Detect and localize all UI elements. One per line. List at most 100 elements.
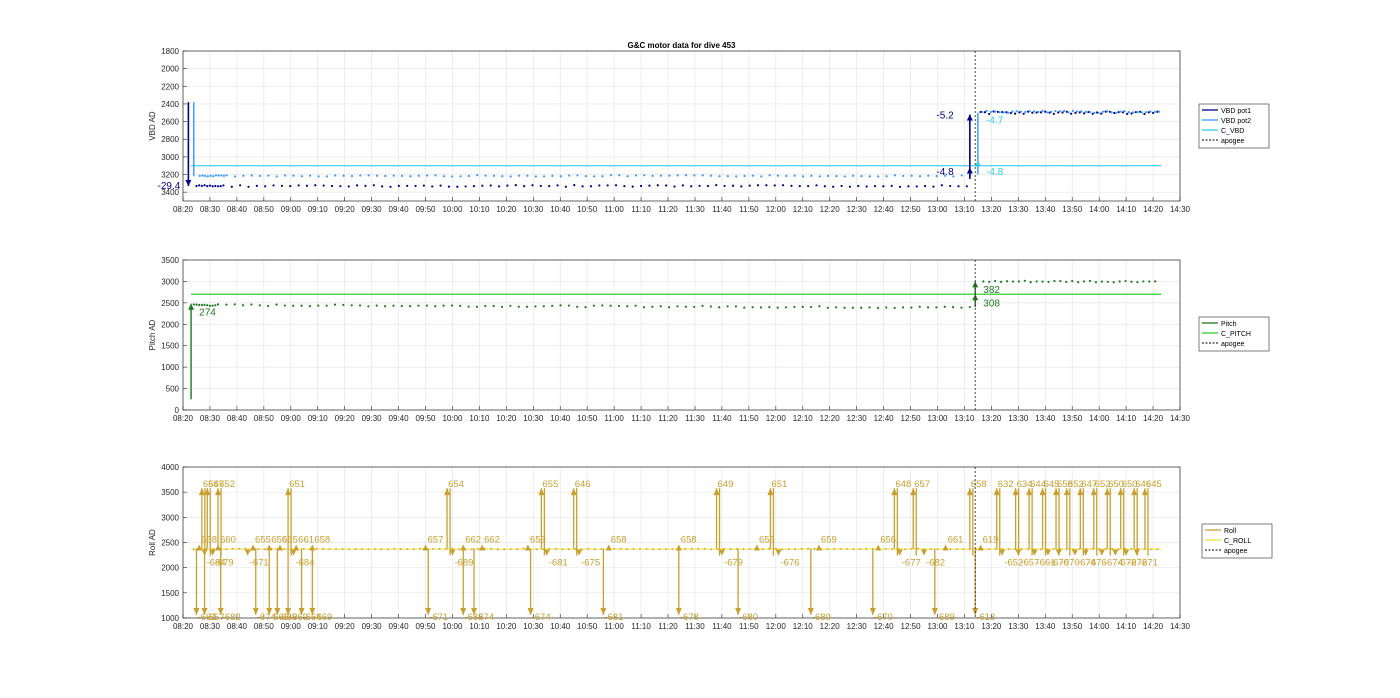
x-tick-label: 09:30 — [362, 205, 383, 214]
x-tick-label: 10:00 — [442, 414, 463, 423]
x-tick-label: 11:40 — [712, 622, 732, 631]
pot2-point — [509, 175, 512, 178]
pot2-point — [852, 174, 855, 177]
roll-point — [658, 548, 661, 551]
roll-point — [800, 547, 803, 550]
roll-point — [231, 547, 234, 550]
y-tick-label: 1800 — [161, 47, 179, 56]
roll-label-down: -682 — [222, 612, 241, 623]
chart-canvas: 08:20 08:30 08:40 08:50 09:00 09:10 09:20 09:30… — [148, 41, 1273, 631]
pitch-point — [1118, 280, 1121, 283]
roll-point — [470, 548, 473, 551]
x-tick-label: 12:50 — [901, 622, 922, 631]
roll-point — [1156, 548, 1159, 551]
x-tick-label: 12:40 — [874, 205, 895, 214]
pitch-point — [784, 306, 788, 309]
x-tick-label: 13:50 — [1062, 205, 1083, 214]
pot2-point — [701, 174, 704, 177]
pot2-point — [267, 174, 270, 177]
x-tick-label: 10:00 — [442, 205, 463, 214]
pot2-point — [843, 175, 846, 178]
pitch-point — [626, 305, 629, 308]
x-tick-label: 13:40 — [1035, 205, 1056, 214]
x-tick-label: 13:00 — [927, 414, 948, 423]
pot1-point — [289, 184, 292, 188]
pot2-point — [1045, 111, 1048, 114]
pitch-point — [1154, 280, 1157, 283]
pot2-point — [1144, 111, 1148, 114]
pot1-point — [314, 184, 317, 187]
pitch-point — [567, 304, 570, 307]
pot1-point — [556, 184, 559, 187]
pot1-point — [523, 185, 526, 188]
x-tick-label: 09:40 — [389, 622, 410, 631]
x-tick-label: 09:00 — [281, 414, 302, 423]
pot2-point — [1149, 110, 1152, 113]
pitch-point — [542, 305, 545, 308]
pot2-point — [551, 174, 554, 177]
pot2-point — [1132, 111, 1135, 114]
pot1-point — [364, 184, 367, 188]
pot1-point — [497, 185, 501, 188]
pot2-point — [960, 174, 963, 177]
pot1-point — [198, 184, 201, 187]
x-tick-label: 12:10 — [793, 622, 814, 631]
pot2-point — [693, 174, 696, 177]
y-tick-label: 2000 — [161, 564, 179, 573]
pitch-point — [1041, 280, 1044, 283]
pitch-point — [801, 305, 804, 308]
roll-point — [225, 548, 228, 551]
x-tick-label: 10:30 — [523, 622, 544, 631]
roll-point — [1149, 548, 1152, 551]
pot2-point — [568, 174, 571, 177]
pot2-point — [793, 174, 796, 177]
pitch-point — [642, 306, 646, 309]
pot1-point — [614, 184, 618, 187]
pot1-point — [481, 184, 484, 187]
x-tick-label: 12:00 — [766, 622, 787, 631]
roll-point — [742, 548, 745, 551]
pot2-point — [342, 174, 345, 177]
y-axis-label: VBD AD — [148, 111, 157, 141]
pot2-point — [217, 174, 220, 177]
roll-point — [419, 547, 422, 550]
x-tick-label: 13:30 — [1008, 414, 1029, 423]
pot2-point — [1157, 110, 1161, 113]
pot2-point — [350, 174, 354, 178]
pot2-point — [885, 175, 888, 178]
pot2-point — [726, 175, 729, 178]
pot1-point — [195, 184, 198, 188]
roll-point — [1111, 548, 1113, 550]
roll-point — [813, 547, 816, 550]
pot1-point — [548, 185, 551, 188]
x-tick-label: 09:20 — [335, 622, 356, 631]
x-tick-label: 14:00 — [1089, 414, 1110, 423]
x-tick-label: 12:30 — [847, 622, 868, 631]
panel-3: 08:20 08:30 08:40 08:50 09:00 09:10 09:20 09:30… — [148, 463, 1273, 631]
roll-point — [613, 547, 616, 550]
pot2-point — [751, 174, 755, 177]
x-tick-label: 09:00 — [281, 622, 302, 631]
x-tick-label: 08:40 — [227, 622, 248, 631]
pot1-point — [765, 184, 768, 187]
x-tick-label: 10:40 — [550, 414, 571, 423]
pot1-point — [347, 185, 350, 188]
pitch-point — [484, 304, 487, 308]
pitch-point — [1094, 281, 1098, 284]
pot2-point — [492, 174, 496, 177]
pot1-point — [339, 185, 342, 188]
roll-point — [761, 548, 764, 551]
pitch-point — [300, 304, 303, 307]
pot1-point — [756, 184, 760, 187]
pitch-point — [325, 304, 328, 307]
roll-label-mid: 658 — [201, 535, 217, 546]
pitch-point — [214, 304, 217, 307]
y-tick-label: 3000 — [161, 513, 179, 522]
pitch-point — [200, 303, 203, 307]
pitch-point — [500, 305, 504, 308]
panel-1: 08:20 08:30 08:40 08:50 09:00 09:10 09:20 09:30… — [148, 41, 1270, 214]
pot1-point — [748, 184, 751, 187]
roll-point — [477, 547, 480, 550]
annotation: 382 — [983, 285, 1000, 296]
pitch-point — [367, 305, 370, 308]
